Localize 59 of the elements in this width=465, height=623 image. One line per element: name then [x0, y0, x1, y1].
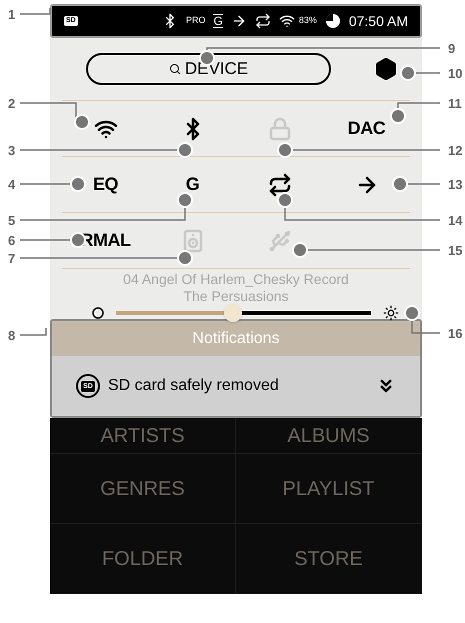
callout-number: 3 [8, 143, 16, 158]
menu-item[interactable]: GENRES [50, 454, 236, 523]
dac-toggle[interactable]: DAC [348, 115, 386, 142]
leader-line [20, 102, 77, 120]
callout-number: 10 [448, 66, 462, 81]
brightness-low-icon [92, 307, 104, 319]
callout-number: 7 [8, 251, 16, 266]
leader-line [411, 320, 440, 334]
repeat-icon[interactable] [268, 172, 292, 196]
battery-percent: 83% [298, 14, 317, 28]
wifi-icon [278, 13, 295, 29]
artist-name: The Persuasions [183, 288, 289, 305]
callout-number: 1 [8, 7, 16, 22]
callout-number: 4 [8, 177, 16, 192]
menu-item[interactable]: FOLDER [50, 524, 236, 593]
notifications-title: Notifications [192, 328, 280, 348]
callout-number: 2 [8, 96, 16, 111]
callout-dot [400, 65, 416, 81]
notification-text: SD card safely removed [108, 376, 280, 396]
callout-number: 15 [448, 243, 462, 258]
repeat-icon [254, 13, 271, 29]
callout-number: 5 [8, 213, 16, 228]
callout-number: 8 [8, 328, 16, 343]
callout-dot [177, 250, 193, 266]
track-title: 04 Angel Of Harlem_Chesky Record [123, 271, 349, 288]
callout-dot [70, 176, 86, 192]
leader-line [20, 328, 47, 336]
menu-item[interactable]: ARTISTS [50, 418, 236, 453]
search-icon [168, 63, 181, 75]
callout-number: 11 [448, 96, 462, 111]
callout-dot [392, 176, 408, 192]
callout-dot [177, 142, 193, 158]
menu-item[interactable]: STORE [236, 524, 422, 593]
callout-dot [74, 114, 90, 130]
brightness-high-icon [383, 305, 399, 321]
settings-icon[interactable] [374, 57, 398, 81]
menu-item[interactable]: PLAYLIST [236, 454, 422, 523]
callout-dot [292, 242, 308, 258]
brightness-slider[interactable] [116, 304, 371, 322]
callout-dot [277, 192, 293, 208]
callout-number: 13 [448, 177, 462, 192]
gain-indicator: G [213, 14, 223, 28]
menu-item[interactable]: ALBUMS [236, 418, 422, 453]
callout-number: 6 [8, 233, 16, 248]
eq-toggle[interactable]: EQ [92, 171, 118, 198]
gain-toggle[interactable]: G [186, 171, 200, 198]
callout-dot [390, 108, 406, 124]
callout-number: 14 [448, 213, 462, 228]
pro-indicator: PRO [186, 14, 206, 28]
callout-number: 9 [448, 41, 456, 56]
callout-dot [177, 192, 193, 208]
callout-number: 16 [448, 326, 462, 341]
arrow-icon [230, 13, 247, 29]
leader-line [20, 8, 51, 15]
callout-dot [277, 142, 293, 158]
callout-dot [404, 305, 420, 321]
callout-number: 12 [448, 143, 462, 158]
pie-clock-icon [324, 13, 341, 29]
status-time: 07:50 AM [348, 12, 408, 30]
